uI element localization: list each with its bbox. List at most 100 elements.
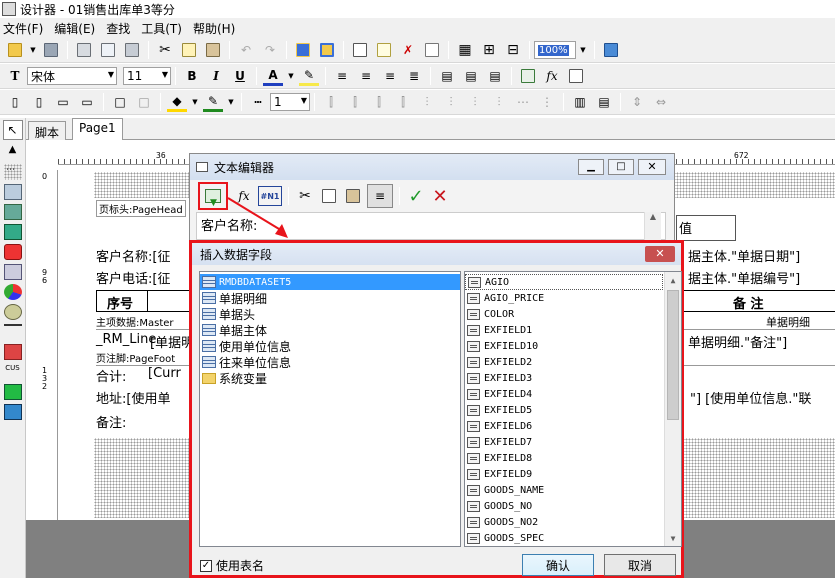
open-dropdown-arrow[interactable]: ▼	[29, 40, 37, 60]
subreport-tool-icon[interactable]	[3, 224, 22, 240]
more-tools-icon[interactable]	[3, 404, 22, 420]
menu-tools[interactable]: 工具(T)	[138, 20, 190, 37]
grid-icon[interactable]: ▦	[455, 40, 475, 60]
detail-remark-field[interactable]: 单据明细."备注"]	[688, 332, 787, 351]
frame-none-icon[interactable]: □	[134, 92, 154, 112]
line-color-icon[interactable]: ✎	[203, 92, 223, 112]
scroll-up-icon[interactable]: ▲	[4, 144, 22, 160]
line-tool-icon[interactable]	[3, 324, 22, 340]
italic-icon[interactable]: I	[206, 66, 226, 86]
menu-find[interactable]: 查找	[103, 20, 138, 37]
align-right-icon[interactable]: ≡	[380, 66, 400, 86]
fill-color-icon[interactable]: ◆	[167, 92, 187, 112]
confirm-check-icon[interactable]: ✓	[406, 186, 426, 207]
remark-field[interactable]: 备注:	[96, 412, 126, 431]
header-number-field[interactable]: 据主体."单据编号"]	[688, 268, 800, 287]
header-date-field[interactable]: 据主体."单据日期"]	[688, 246, 800, 265]
page-header-band-label[interactable]: 页标头:PageHead	[96, 200, 186, 217]
valign-middle-icon[interactable]: ▤	[461, 66, 481, 86]
field-item[interactable]: EXFIELD9	[465, 466, 681, 482]
word-wrap-icon[interactable]: ≡	[367, 184, 393, 208]
scroll-down-arrow-icon[interactable]: ▼	[665, 530, 681, 546]
align-bars-icon[interactable]: ▥	[570, 92, 590, 112]
align-rights-icon[interactable]: ⫿	[393, 92, 413, 112]
same-width-icon[interactable]: ⇕	[627, 92, 647, 112]
field-item[interactable]: EXFIELD3	[465, 370, 681, 386]
format-icon[interactable]	[566, 66, 586, 86]
font-color-dropdown[interactable]: ▼	[287, 66, 295, 86]
align-to-band-icon[interactable]: ▤	[594, 92, 614, 112]
paste-icon[interactable]	[203, 40, 223, 60]
copy-icon[interactable]	[179, 40, 199, 60]
field-item[interactable]: GOODS_NO2	[465, 514, 681, 530]
field-item[interactable]: EXFIELD1	[465, 322, 681, 338]
line-style-icon[interactable]: ┅	[248, 92, 268, 112]
dataset-item[interactable]: 单据头	[200, 306, 460, 322]
line-color-dropdown[interactable]: ▼	[227, 92, 235, 112]
align-grid-icon[interactable]: ⊞	[479, 40, 499, 60]
undo-icon[interactable]: ↶	[236, 40, 256, 60]
delete-page-icon[interactable]: ✗	[398, 40, 418, 60]
total-label[interactable]: 合计:	[96, 366, 126, 385]
insert-dialog-close-icon[interactable]: ✕	[645, 246, 675, 262]
crosstab-tool-icon[interactable]: CUS	[4, 364, 22, 380]
ok-button[interactable]: 确认	[522, 554, 594, 576]
system-variables-item[interactable]: 系统变量	[200, 370, 460, 386]
rm-line-label[interactable]: _RM_Line	[96, 332, 156, 347]
use-table-name-checkbox[interactable]: ✓	[200, 559, 212, 572]
frame-all-icon[interactable]: □	[110, 92, 130, 112]
dataset-item[interactable]: 单据主体	[200, 322, 460, 338]
send-back-icon[interactable]	[317, 40, 337, 60]
field-item[interactable]: AGIO_PRICE	[465, 290, 681, 306]
new-page-icon[interactable]	[374, 40, 394, 60]
function-icon[interactable]: fx	[542, 66, 562, 86]
scrollbar-thumb[interactable]	[667, 290, 679, 420]
insert-data-field-button[interactable]: ▼	[198, 182, 228, 210]
field-item[interactable]: EXFIELD2	[465, 354, 681, 370]
close-icon[interactable]: ✕	[638, 159, 666, 175]
field-item[interactable]: GOODS_NO	[465, 498, 681, 514]
cancel-button[interactable]: 取消	[604, 554, 676, 576]
field-list-scrollbar[interactable]: ▲ ▼	[664, 272, 681, 546]
zoom-combo[interactable]: 100%	[534, 41, 576, 59]
highlight-icon[interactable]: ✎	[299, 66, 319, 86]
align-lefts-icon[interactable]: ⫿	[321, 92, 341, 112]
insert-field-icon[interactable]	[350, 40, 370, 60]
memo-tool-icon[interactable]	[3, 184, 22, 200]
insert-db-field-icon[interactable]	[518, 66, 538, 86]
scroll-up-arrow-icon[interactable]: ▲	[665, 272, 681, 288]
maximize-icon[interactable]: □	[608, 159, 634, 175]
frame-bottom-icon[interactable]: ▭	[77, 92, 97, 112]
menu-edit[interactable]: 编辑(E)	[51, 20, 103, 37]
font-name-combo[interactable]: 宋体 ▼	[27, 67, 117, 85]
print-icon[interactable]	[74, 40, 94, 60]
rm-line-value[interactable]: [单据明	[150, 332, 194, 351]
field-item[interactable]: AGIO	[465, 274, 663, 290]
dataset-item[interactable]: 单据明细	[200, 290, 460, 306]
bold-icon[interactable]: B	[182, 66, 202, 86]
address-right-field[interactable]: "] [使用单位信息."联	[690, 388, 811, 407]
editor-copy-icon[interactable]	[319, 186, 339, 206]
picture-tool-icon[interactable]	[3, 204, 22, 220]
frame-left-icon[interactable]: ▯	[5, 92, 25, 112]
underline-icon[interactable]: U	[230, 66, 250, 86]
line-width-combo[interactable]: 1 ▼	[270, 93, 310, 111]
dataset-item[interactable]: RMDBDATASET5	[200, 274, 460, 290]
align-justify-icon[interactable]: ≣	[404, 66, 424, 86]
valign-bottom-icon[interactable]: ▤	[485, 66, 505, 86]
align-tops-icon[interactable]: ⫶	[417, 92, 437, 112]
field-item[interactable]: EXFIELD8	[465, 450, 681, 466]
align-bottoms-icon[interactable]: ⫶	[489, 92, 509, 112]
dataset-item[interactable]: 使用单位信息	[200, 338, 460, 354]
customer-phone-field[interactable]: 客户电话:[征	[96, 268, 170, 287]
ole-tool-icon[interactable]	[3, 304, 22, 320]
valign-top-icon[interactable]: ▤	[437, 66, 457, 86]
align-center-icon[interactable]: ≡	[356, 66, 376, 86]
space-vert-icon[interactable]: ⋮	[537, 92, 557, 112]
field-item[interactable]: EXFIELD7	[465, 434, 681, 450]
frame-top-icon[interactable]: ▭	[53, 92, 73, 112]
same-height-icon[interactable]: ⇔	[651, 92, 671, 112]
save-icon[interactable]	[41, 40, 61, 60]
editor-scroll-up-icon[interactable]: ▲	[644, 212, 661, 240]
tab-script[interactable]: 脚本	[28, 121, 67, 140]
